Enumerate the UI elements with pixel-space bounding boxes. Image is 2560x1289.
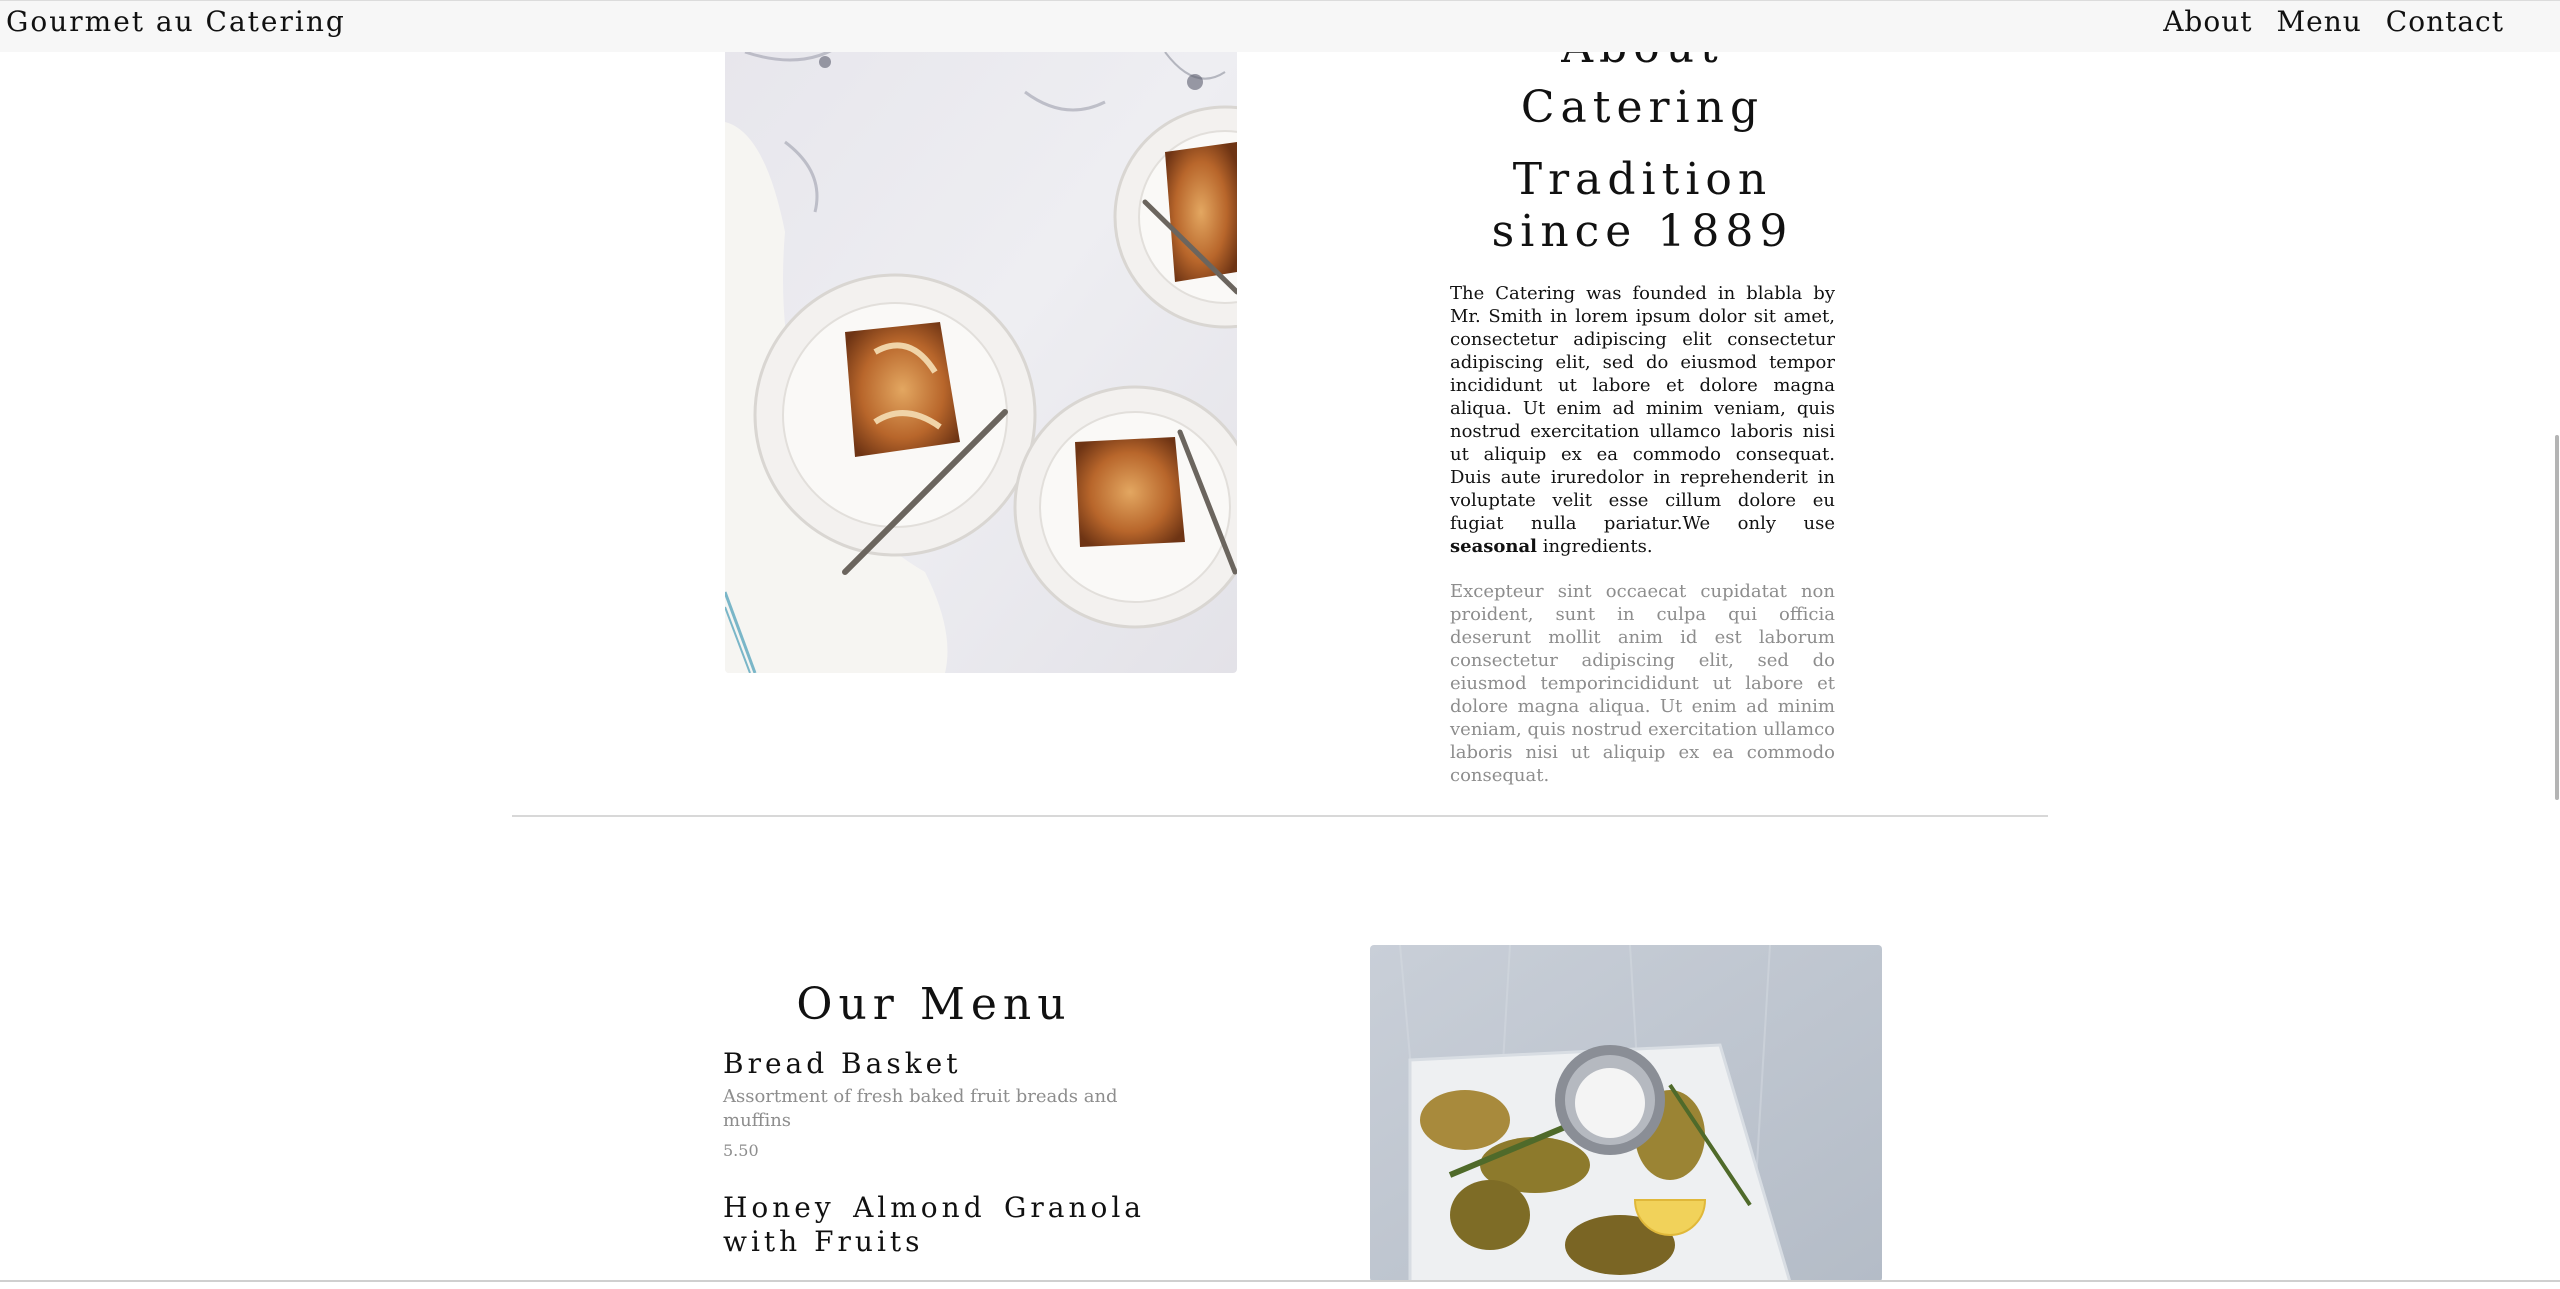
about-subtitle: Tradition since 1889 xyxy=(1491,154,1794,257)
about-paragraph-muted: Excepteur sint occaecat cupidatat non pr… xyxy=(1450,581,1835,786)
menu-item: Bread Basket Assortment of fresh baked f… xyxy=(723,1047,1145,1161)
scrollbar-thumb[interactable] xyxy=(2555,435,2559,800)
top-navigation-bar: Gourmet au Catering About Menu Contact xyxy=(0,0,2560,52)
menu-item-name: Bread Basket xyxy=(723,1047,962,1080)
nav-link-about[interactable]: About xyxy=(2162,6,2253,38)
menu-section: Our Menu Bread Basket Assortment of fres… xyxy=(723,975,1145,1289)
about-paragraph-tail: ingredients. xyxy=(1536,536,1653,557)
menu-item-price: 5.50 xyxy=(723,1141,759,1160)
section-divider xyxy=(512,815,2048,817)
nav-link-contact[interactable]: Contact xyxy=(2385,6,2505,38)
about-paragraph-text: The Catering was founded in blabla by Mr… xyxy=(1450,283,1835,534)
menu-food-image xyxy=(1370,945,1882,1282)
about-tart-image xyxy=(725,32,1237,673)
about-paragraph: The Catering was founded in blabla by Mr… xyxy=(1450,282,1835,558)
menu-item-description: Assortment of fresh baked fruit breads a… xyxy=(723,1086,1118,1131)
main-nav: About Menu Contact xyxy=(2162,6,2505,38)
about-section: About Catering Tradition since 1889 The … xyxy=(1450,18,1835,787)
about-paragraph-bold: seasonal xyxy=(1450,536,1537,557)
menu-title: Our Menu xyxy=(796,979,1072,1030)
menu-item-name: Honey Almond Granola with Fruits xyxy=(723,1191,1145,1258)
brand-link[interactable]: Gourmet au Catering xyxy=(6,6,346,38)
nav-link-menu[interactable]: Menu xyxy=(2275,6,2362,38)
page-scrollbar[interactable] xyxy=(2552,0,2560,1282)
menu-item: Honey Almond Granola with Fruits xyxy=(723,1191,1145,1259)
